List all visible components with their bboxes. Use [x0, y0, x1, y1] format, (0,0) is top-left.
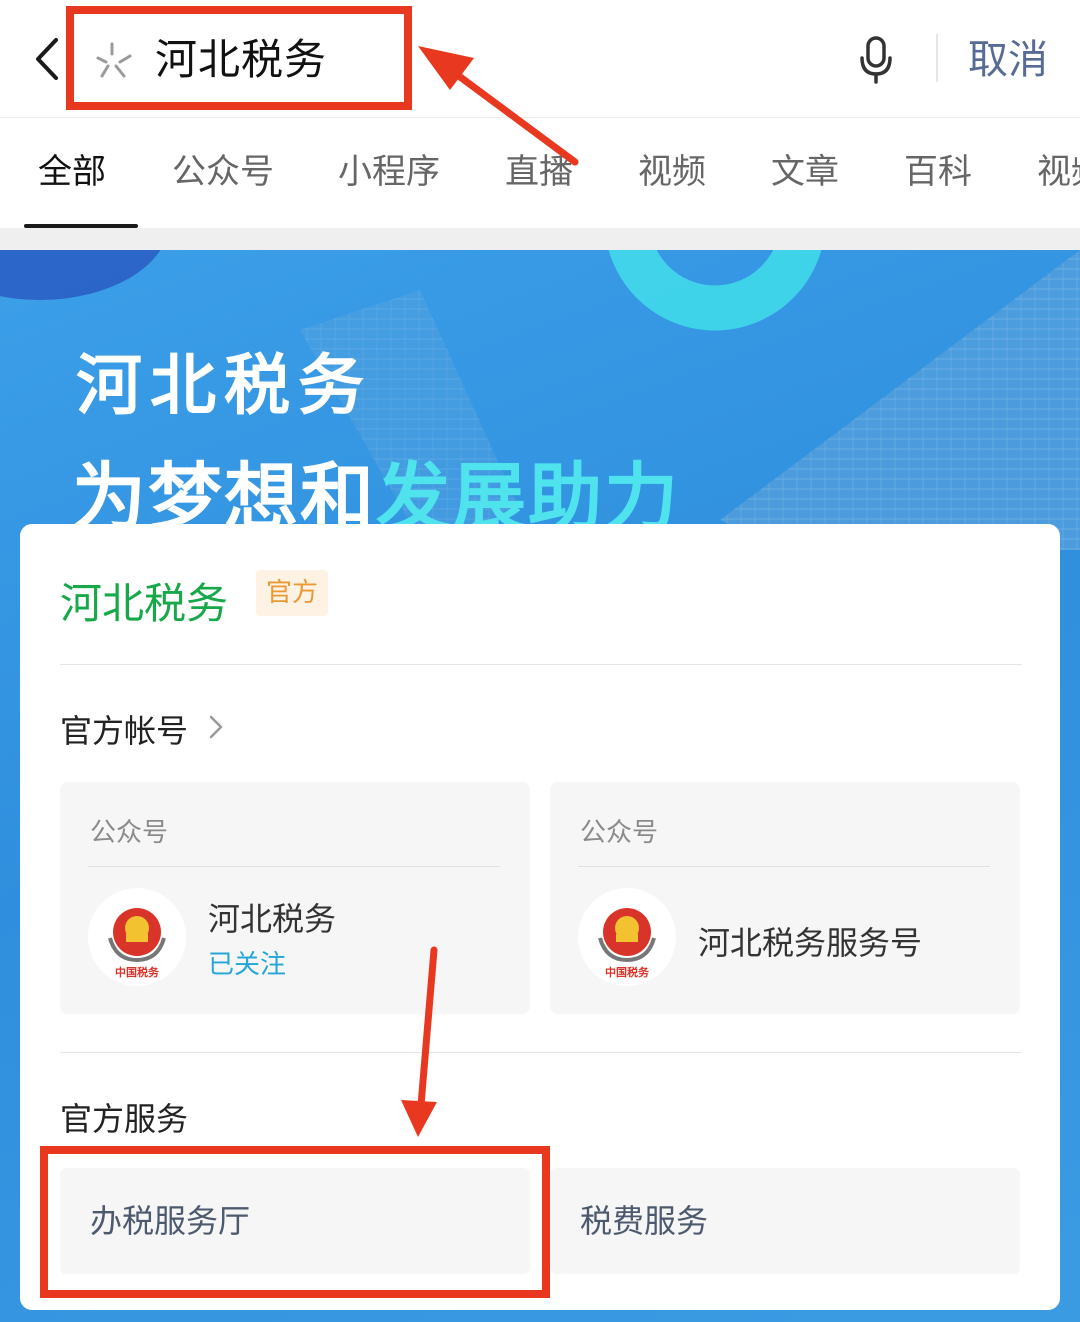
annotation-arrows: [401, 46, 579, 1137]
arrow-to-search-line: [444, 64, 579, 166]
arrow-to-service-line: [417, 946, 438, 1109]
arrow-to-service-head: [401, 1100, 437, 1137]
